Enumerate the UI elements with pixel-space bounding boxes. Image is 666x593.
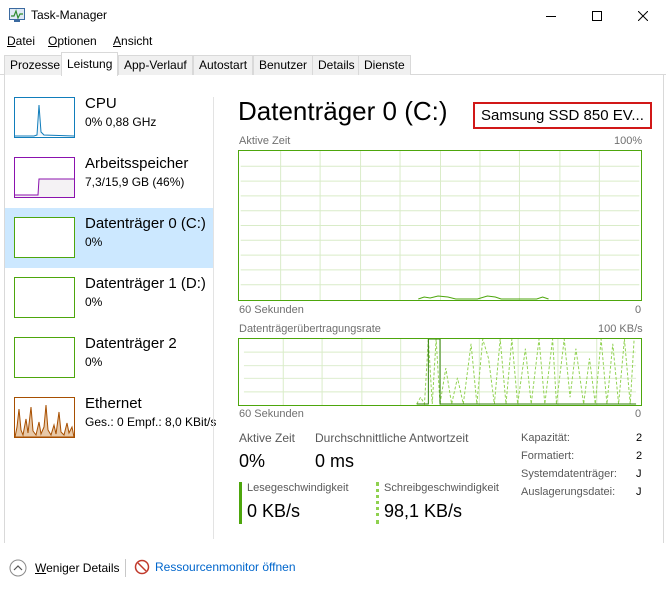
active-time-label: Aktive Zeit xyxy=(239,431,296,445)
menu-ansicht-accel: A xyxy=(113,34,122,48)
read-speed-label: Lesegeschwindigkeit xyxy=(247,482,349,494)
response-time-label: Durchschnittliche Antwortzeit xyxy=(315,431,469,445)
page-file-value: J xyxy=(636,486,642,498)
resource-monitor-link[interactable]: Ressourcenmonitor öffnen xyxy=(134,559,296,575)
ethernet-thumbnail-graph xyxy=(14,397,75,438)
sidebar-item-sub: Ges.: 0 Empf.: 8,0 KBit/s xyxy=(85,415,217,429)
disk1-thumbnail-graph xyxy=(14,277,75,318)
tab-leistung[interactable]: Leistung xyxy=(61,52,119,76)
sidebar-item-cpu[interactable]: CPU 0% 0,88 GHz xyxy=(5,88,213,148)
tab-benutzer[interactable]: Benutzer xyxy=(253,55,314,75)
menu-optionen[interactable]: Optionen xyxy=(48,34,97,48)
fewer-details-accel: W xyxy=(35,561,47,575)
performance-sidebar: CPU 0% 0,88 GHz Arbeitsspeicher 7,3/15,9… xyxy=(5,88,217,540)
tab-dienste[interactable]: Dienste xyxy=(358,55,411,75)
active-time-graph xyxy=(238,150,642,301)
maximize-button[interactable] xyxy=(574,0,620,31)
graph1-max: 100% xyxy=(614,135,643,147)
sidebar-item-arbeitsspeicher[interactable]: Arbeitsspeicher 7,3/15,9 GB (46%) xyxy=(5,148,213,208)
close-icon xyxy=(638,10,648,21)
write-speed-value: 98,1 KB/s xyxy=(384,501,463,521)
title-bar: Task-Manager xyxy=(0,0,666,31)
task-manager-icon xyxy=(9,8,25,22)
tab-prozesse[interactable]: Prozesse xyxy=(4,55,67,75)
menu-optionen-rest: ptionen xyxy=(57,34,97,48)
minimize-button[interactable] xyxy=(528,0,574,31)
disk-model-label: Samsung SSD 850 EV... xyxy=(473,102,652,129)
tab-details[interactable]: Details xyxy=(312,55,361,75)
graph1-time: 60 Sekunden xyxy=(239,304,304,316)
sidebar-item-sub: 0% xyxy=(85,235,103,249)
response-time-value: 0 ms xyxy=(315,451,355,471)
sidebar-item-label: CPU xyxy=(85,95,117,112)
capacity-value: 2 xyxy=(636,432,643,444)
sidebar-item-datentraeger-1[interactable]: Datenträger 1 (D:) 0% xyxy=(5,268,213,328)
sidebar-item-label: Ethernet xyxy=(85,395,142,412)
sidebar-item-sub: 0% xyxy=(85,355,103,369)
cpu-thumbnail-graph xyxy=(14,97,75,138)
read-speed-value: 0 KB/s xyxy=(247,501,301,521)
formatted-value: 2 xyxy=(636,450,643,462)
write-speed-label: Schreibgeschwindigkeit xyxy=(384,482,499,494)
close-button[interactable] xyxy=(620,0,666,31)
page-file-label: Auslagerungsdatei: xyxy=(521,486,616,498)
sidebar-item-ethernet[interactable]: Ethernet Ges.: 0 Empf.: 8,0 KBit/s xyxy=(5,388,217,448)
capacity-label: Kapazität: xyxy=(521,432,570,444)
sidebar-item-datentraeger-0[interactable]: Datenträger 0 (C:) 0% xyxy=(5,208,213,268)
fewer-details-label: Weniger Details xyxy=(35,561,119,575)
page-title: Datenträger 0 (C:) xyxy=(238,96,448,126)
sidebar-item-sub: 0% 0,88 GHz xyxy=(85,115,157,129)
graph2-time: 60 Sekunden xyxy=(239,408,304,420)
graph1-min: 0 xyxy=(635,304,642,316)
graph2-min: 0 xyxy=(635,408,642,420)
disk0-thumbnail-graph xyxy=(14,217,75,258)
menu-ansicht[interactable]: Ansicht xyxy=(113,34,152,48)
footer-bar: Weniger Details Ressourcenmonitor öffnen xyxy=(0,553,666,583)
resource-monitor-icon xyxy=(134,559,150,575)
system-disk-label: Systemdatenträger: xyxy=(521,468,617,480)
sidebar-item-datentraeger-2[interactable]: Datenträger 2 0% xyxy=(5,328,213,388)
tab-autostart[interactable]: Autostart xyxy=(193,55,254,75)
tab-app-verlauf[interactable]: App-Verlauf xyxy=(118,55,193,75)
transfer-rate-graph xyxy=(238,338,642,406)
tab-bar: Prozesse Leistung App-Verlauf Autostart … xyxy=(0,52,666,76)
system-disk-value: J xyxy=(636,468,642,480)
graph2-max: 100 KB/s xyxy=(598,323,643,335)
chevron-up-icon xyxy=(9,559,27,577)
menu-datei-accel: D xyxy=(7,34,16,48)
formatted-label: Formatiert: xyxy=(521,450,575,462)
menu-optionen-accel: O xyxy=(48,34,58,48)
sidebar-divider xyxy=(213,97,214,539)
footer-divider xyxy=(125,559,126,577)
memory-thumbnail-graph xyxy=(14,157,75,198)
active-time-value: 0% xyxy=(239,451,266,471)
sidebar-item-label: Datenträger 0 (C:) xyxy=(85,215,206,232)
window-title: Task-Manager xyxy=(31,8,108,22)
fewer-details-rest: eniger Details xyxy=(46,561,120,575)
menu-ansicht-rest: nsicht xyxy=(121,34,153,48)
sidebar-item-label: Arbeitsspeicher xyxy=(85,155,189,172)
sidebar-item-sub: 7,3/15,9 GB (46%) xyxy=(85,175,185,189)
write-speed-indicator xyxy=(376,482,379,524)
menu-datei[interactable]: Datei xyxy=(7,34,35,48)
graph1-label: Aktive Zeit xyxy=(239,135,291,147)
maximize-icon xyxy=(592,10,602,21)
fewer-details-button[interactable]: Weniger Details xyxy=(9,559,119,577)
menu-bar: Datei Optionen Ansicht xyxy=(0,31,666,51)
menu-datei-rest: atei xyxy=(15,34,36,48)
resource-monitor-label: Ressourcenmonitor öffnen xyxy=(155,560,296,574)
disk2-thumbnail-graph xyxy=(14,337,75,378)
sidebar-item-sub: 0% xyxy=(85,295,103,309)
minimize-icon xyxy=(546,15,556,17)
sidebar-item-label: Datenträger 1 (D:) xyxy=(85,275,206,292)
read-speed-indicator xyxy=(239,482,242,524)
sidebar-item-label: Datenträger 2 xyxy=(85,335,177,352)
graph2-label: Datenträgerübertragungsrate xyxy=(239,323,381,335)
